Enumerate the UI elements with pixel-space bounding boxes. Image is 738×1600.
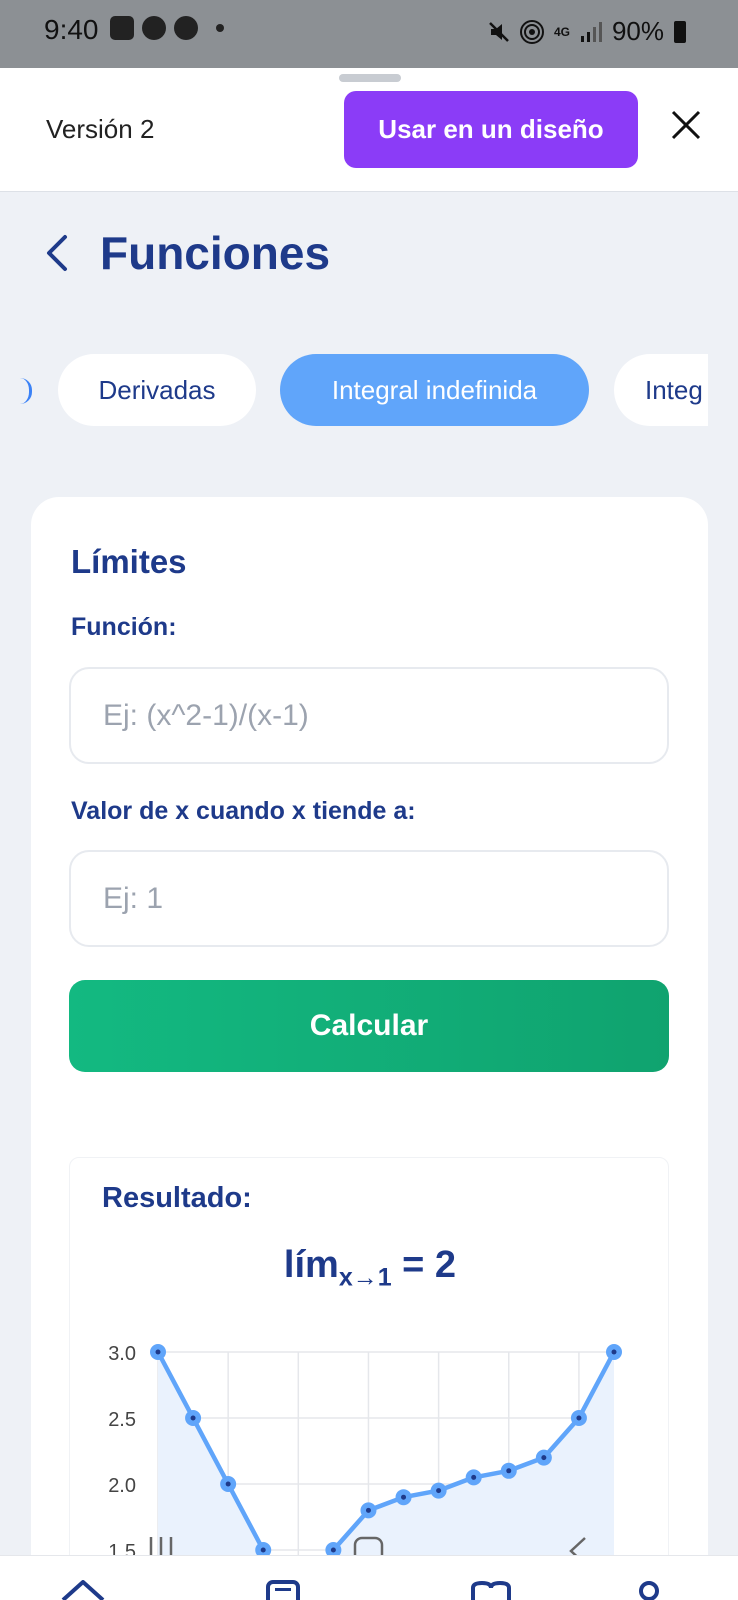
- signal-icon: [580, 21, 602, 42]
- limits-card: Límites Función: Valor de x cuando x tie…: [31, 497, 708, 1600]
- close-icon: [671, 110, 701, 139]
- data-point-center: [436, 1488, 442, 1494]
- tab-edge-partial[interactable]: [20, 378, 32, 404]
- bottom-nav: [0, 1555, 738, 1600]
- tab-integral-indefinida[interactable]: Integral indefinida: [280, 354, 589, 426]
- value-label: Valor de x cuando x tiende a:: [71, 797, 416, 825]
- battery-icon: [674, 20, 686, 43]
- tab-integral-definida[interactable]: Integ: [614, 354, 708, 426]
- data-point-center: [611, 1349, 617, 1355]
- data-point-center: [365, 1507, 371, 1513]
- result-panel: Resultado: límx→1 = 2 3.0 2.5 2.0 1.5: [69, 1157, 669, 1600]
- sheet-header: Versión 2 Usar en un diseño: [0, 68, 738, 192]
- calculate-button[interactable]: Calcular: [69, 980, 669, 1072]
- skype-icon: [174, 16, 198, 40]
- card-title: Límites: [71, 543, 187, 580]
- data-point-center: [541, 1455, 547, 1461]
- tab-derivadas[interactable]: Derivadas: [58, 354, 256, 426]
- function-input[interactable]: [69, 667, 669, 764]
- gallery-icon: [110, 16, 134, 40]
- status-time: 9:40: [44, 14, 99, 45]
- result-expression: límx→1 = 2: [70, 1244, 668, 1293]
- value-input[interactable]: [69, 850, 669, 947]
- status-bar: 9:40 4G 90%: [0, 0, 738, 68]
- home-icon[interactable]: [60, 1580, 106, 1600]
- battery-percent: 90%: [611, 16, 664, 46]
- mute-icon: [489, 21, 509, 42]
- result-lim: lím: [283, 1244, 339, 1286]
- result-value: = 2: [391, 1244, 457, 1286]
- y-tick-label: 2.0: [108, 1475, 136, 1497]
- data-point-center: [401, 1494, 407, 1500]
- chevron-left-icon: [47, 234, 67, 271]
- result-subscript: x→1: [338, 1263, 392, 1292]
- notification-icons: [110, 16, 224, 40]
- close-button[interactable]: [664, 104, 708, 148]
- y-tick-label: 3.0: [108, 1343, 136, 1365]
- user-icon[interactable]: [634, 1580, 664, 1600]
- data-point-center: [225, 1481, 231, 1487]
- more-notifications-icon: [216, 24, 224, 32]
- back-button[interactable]: [38, 232, 74, 276]
- use-in-design-button[interactable]: Usar en un diseño: [344, 91, 638, 168]
- data-point-center: [190, 1415, 196, 1421]
- y-tick-label: 2.5: [108, 1409, 136, 1431]
- whatsapp-icon: [142, 16, 166, 40]
- data-point-center: [506, 1468, 512, 1474]
- drag-handle[interactable]: [339, 74, 401, 82]
- version-label: Versión 2: [46, 114, 155, 144]
- calculator-icon[interactable]: [266, 1580, 300, 1600]
- system-icons: 4G 90%: [488, 16, 686, 47]
- page-title: Funciones: [100, 227, 331, 279]
- hotspot-icon: [519, 19, 544, 44]
- data-point-center: [155, 1349, 161, 1355]
- data-point-center: [576, 1415, 582, 1421]
- book-icon[interactable]: [470, 1580, 512, 1600]
- tab-bar: Derivadas Integral indefinida Integ: [0, 354, 708, 428]
- data-point-center: [471, 1474, 477, 1480]
- network-type: 4G: [553, 24, 570, 39]
- function-label: Función:: [71, 613, 177, 641]
- result-label: Resultado:: [102, 1182, 252, 1214]
